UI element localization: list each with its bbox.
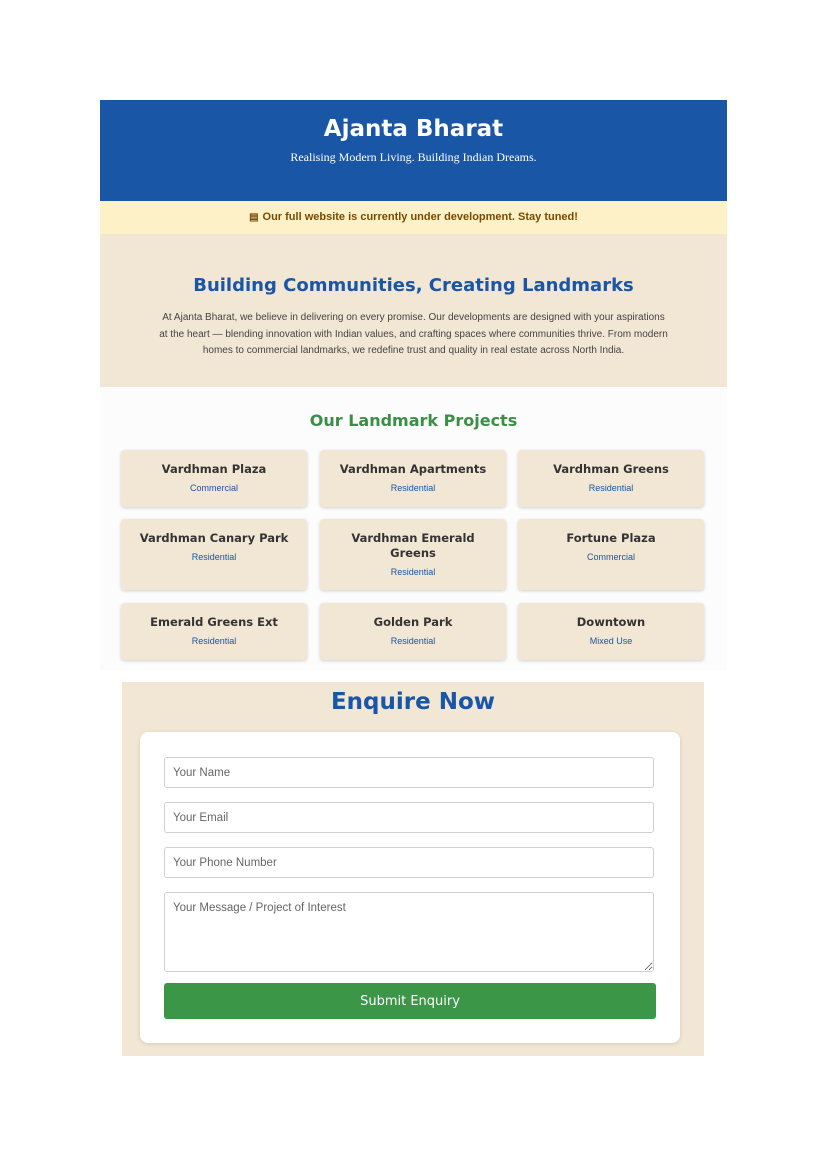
submit-enquiry-button[interactable]: Submit Enquiry <box>164 983 656 1019</box>
project-card[interactable]: Golden Park Residential <box>320 603 506 660</box>
message-textarea[interactable] <box>164 892 654 972</box>
project-card[interactable]: Fortune Plaza Commercial <box>518 519 704 590</box>
project-card[interactable]: Vardhman Greens Residential <box>518 450 704 507</box>
project-type: Commercial <box>189 483 238 493</box>
project-name: Vardhman Apartments <box>339 462 487 476</box>
project-name: Vardhman Canary Park <box>139 531 289 545</box>
project-card[interactable]: Vardhman Canary Park Residential <box>121 519 307 590</box>
enquiry-section: Enquire Now Submit Enquiry <box>122 682 704 1056</box>
phone-input[interactable] <box>164 847 654 878</box>
project-type: Mixed Use <box>589 636 633 646</box>
projects-section: Our Landmark Projects Vardhman Plaza Com… <box>100 387 727 670</box>
about-section: Building Communities, Creating Landmarks… <box>100 234 727 387</box>
project-name: Downtown <box>576 615 646 629</box>
project-type: Residential <box>390 636 436 646</box>
project-name: Vardhman Emerald Greens <box>351 531 475 560</box>
project-card[interactable]: Emerald Greens Ext Residential <box>121 603 307 660</box>
about-heading: Building Communities, Creating Landmarks <box>193 275 634 296</box>
project-card[interactable]: Vardhman Emerald Greens Residential <box>320 519 506 590</box>
project-type: Residential <box>191 552 237 562</box>
email-input[interactable] <box>164 802 654 833</box>
project-type: Residential <box>390 567 436 577</box>
project-card[interactable]: Vardhman Plaza Commercial <box>121 450 307 507</box>
project-name: Vardhman Greens <box>553 462 669 476</box>
project-name: Golden Park <box>373 615 453 629</box>
project-name: Vardhman Plaza <box>161 462 267 476</box>
project-name: Emerald Greens Ext <box>150 615 278 629</box>
site-title: Ajanta Bharat <box>323 116 504 142</box>
notice-text: Our full website is currently under deve… <box>262 211 578 223</box>
site-tagline: Realising Modern Living. Building Indian… <box>290 150 537 164</box>
project-card[interactable]: Vardhman Apartments Residential <box>320 450 506 507</box>
project-type: Residential <box>191 636 237 646</box>
enquiry-form: Submit Enquiry <box>140 732 680 1043</box>
development-notice: ▤ Our full website is currently under dev… <box>100 201 727 234</box>
construction-icon: ▤ <box>249 212 259 223</box>
page-container: Ajanta Bharat Realising Modern Living. B… <box>100 100 727 670</box>
projects-heading: Our Landmark Projects <box>309 411 518 430</box>
project-type: Residential <box>588 483 634 493</box>
about-text: At Ajanta Bharat, we believe in deliveri… <box>159 312 668 356</box>
name-input[interactable] <box>164 757 654 788</box>
project-name: Fortune Plaza <box>566 531 656 545</box>
project-card[interactable]: Downtown Mixed Use <box>518 603 704 660</box>
project-type: Commercial <box>586 552 635 562</box>
site-header: Ajanta Bharat Realising Modern Living. B… <box>100 100 727 201</box>
enquiry-heading: Enquire Now <box>330 689 496 715</box>
project-type: Residential <box>390 483 436 493</box>
